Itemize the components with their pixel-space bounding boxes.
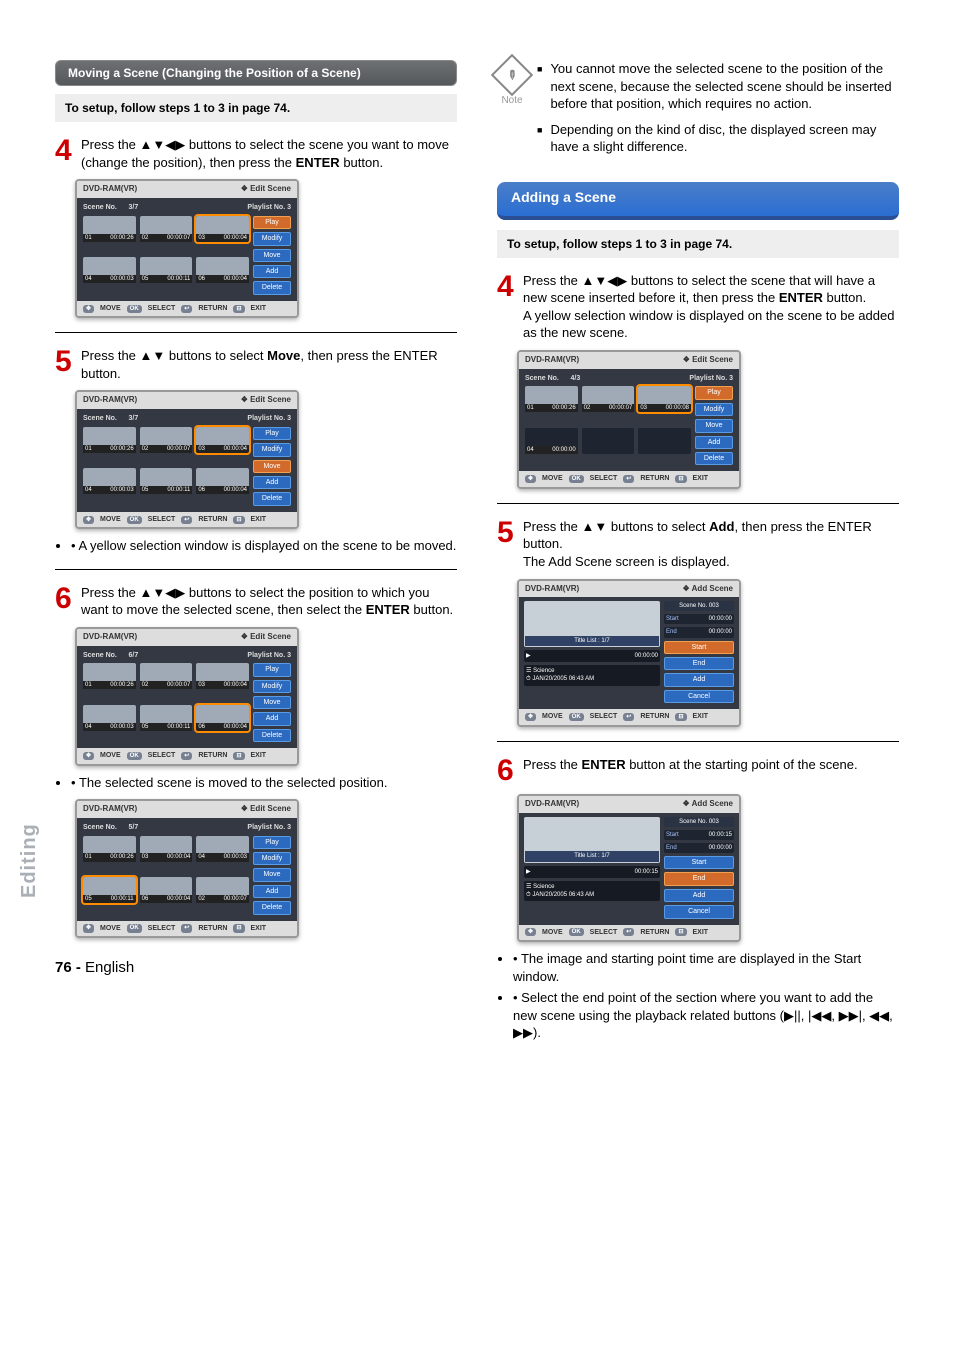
edit-scene-screen: DVD-RAM(VR)❖ Edit Scene Scene No. 6/7Pla… [75, 627, 299, 766]
note-bullet: • A yellow selection window is displayed… [71, 537, 457, 555]
step-text: Press the ▲▼ buttons to select Move, the… [81, 347, 457, 382]
menu-move[interactable]: Move [253, 460, 291, 473]
edit-scene-screen: DVD-RAM(VR)❖ Edit Scene Scene No. 5/7Pla… [75, 799, 299, 938]
step-text: Press the ▲▼◀▶ buttons to select the pos… [81, 584, 457, 619]
add-cancel[interactable]: Cancel [664, 905, 734, 918]
note-icon: ✎ [491, 54, 533, 96]
page-footer: 76 - English [55, 958, 457, 978]
step-6: 6 Press the ▲▼◀▶ buttons to select the p… [55, 584, 457, 619]
add-start[interactable]: Start [664, 856, 734, 869]
add-end[interactable]: End [664, 657, 734, 670]
menu-move[interactable]: Move [695, 419, 733, 432]
step-number: 6 [55, 584, 73, 614]
menu-add[interactable]: Add [253, 476, 291, 489]
step-6: 6 Press the ENTER button at the starting… [497, 756, 899, 786]
menu-play[interactable]: Play [253, 836, 291, 849]
add-scene-screen: DVD-RAM(VR)❖ Add Scene Title List : 1/7 … [517, 794, 741, 942]
note-list: You cannot move the selected scene to th… [537, 60, 899, 164]
step-5: 5 Press the ▲▼ buttons to select Move, t… [55, 347, 457, 382]
menu-move[interactable]: Move [253, 249, 291, 262]
add-add[interactable]: Add [664, 673, 734, 686]
edit-scene-screen: DVD-RAM(VR)❖ Edit Scene Scene No. 4/3Pla… [517, 350, 741, 489]
menu-modify[interactable]: Modify [695, 403, 733, 416]
menu-add[interactable]: Add [695, 436, 733, 449]
step-5: 5 Press the ▲▼ buttons to select Add, th… [497, 518, 899, 571]
step-text: Press the ▲▼◀▶ buttons to select the sce… [523, 272, 899, 342]
menu-modify[interactable]: Modify [253, 232, 291, 245]
menu-play[interactable]: Play [253, 663, 291, 676]
step-4: 4 Press the ▲▼◀▶ buttons to select the s… [497, 272, 899, 342]
section-header-moving: Moving a Scene (Changing the Position of… [55, 60, 457, 86]
step-number: 4 [497, 272, 515, 302]
add-start[interactable]: Start [664, 641, 734, 654]
setup-note: To setup, follow steps 1 to 3 in page 74… [55, 94, 457, 122]
side-tab: Editing [16, 823, 43, 898]
menu-modify[interactable]: Modify [253, 852, 291, 865]
step-number: 5 [497, 518, 515, 548]
section-header-adding: Adding a Scene [497, 182, 899, 220]
menu-add[interactable]: Add [253, 265, 291, 278]
add-add[interactable]: Add [664, 889, 734, 902]
menu-add[interactable]: Add [253, 712, 291, 725]
setup-note: To setup, follow steps 1 to 3 in page 74… [497, 230, 899, 258]
step-number: 6 [497, 756, 515, 786]
menu-modify[interactable]: Modify [253, 443, 291, 456]
note-bullet: • The image and starting point time are … [513, 950, 899, 1042]
step-number: 5 [55, 347, 73, 377]
menu-delete[interactable]: Delete [253, 281, 291, 294]
menu-play[interactable]: Play [253, 216, 291, 229]
menu-move[interactable]: Move [253, 868, 291, 881]
menu-delete[interactable]: Delete [695, 452, 733, 465]
menu-add[interactable]: Add [253, 885, 291, 898]
add-cancel[interactable]: Cancel [664, 690, 734, 703]
step-text: Press the ENTER button at the starting p… [523, 756, 899, 774]
step-number: 4 [55, 136, 73, 166]
menu-delete[interactable]: Delete [253, 729, 291, 742]
menu-delete[interactable]: Delete [253, 901, 291, 914]
menu-modify[interactable]: Modify [253, 680, 291, 693]
add-end[interactable]: End [664, 872, 734, 885]
edit-scene-screen: DVD-RAM(VR)❖ Edit Scene Scene No. 3/7Pla… [75, 179, 299, 318]
edit-scene-screen: DVD-RAM(VR)❖ Edit Scene Scene No. 3/7Pla… [75, 390, 299, 529]
step-text: Press the ▲▼◀▶ buttons to select the sce… [81, 136, 457, 171]
menu-play[interactable]: Play [253, 427, 291, 440]
add-scene-screen: DVD-RAM(VR)❖ Add Scene Title List : 1/7 … [517, 579, 741, 727]
menu-move[interactable]: Move [253, 696, 291, 709]
step-text: Press the ▲▼ buttons to select Add, then… [523, 518, 899, 571]
menu-delete[interactable]: Delete [253, 492, 291, 505]
step-4: 4 Press the ▲▼◀▶ buttons to select the s… [55, 136, 457, 171]
note-bullet: • The selected scene is moved to the sel… [71, 774, 457, 792]
menu-play[interactable]: Play [695, 386, 733, 399]
